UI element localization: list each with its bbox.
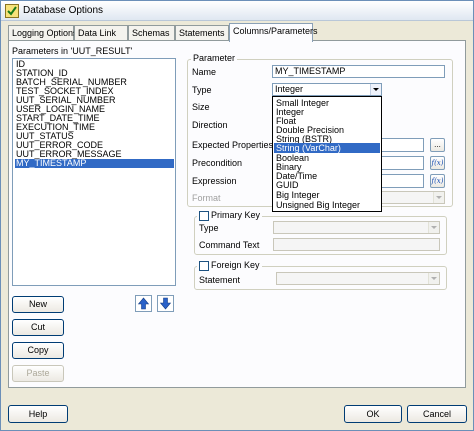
tab-schemas[interactable]: Schemas [128,25,175,41]
statement-dropdown-button[interactable] [428,273,439,284]
title-bar[interactable]: Database Options [1,1,473,21]
primary-key-checkbox[interactable] [199,211,209,221]
move-down-button[interactable] [157,295,174,312]
command-text-field[interactable] [273,238,440,251]
chevron-down-icon [436,196,442,199]
chevron-down-icon [431,226,437,229]
tab-statements[interactable]: Statements [175,25,229,41]
direction-label: Direction [192,120,228,130]
size-label: Size [192,102,210,112]
precondition-expression-button[interactable]: f(x) [430,156,445,170]
expression-expression-button[interactable]: f(x) [430,174,445,188]
tab-columns-parameters[interactable]: Columns/Parameters [229,23,318,42]
format-dropdown-button[interactable] [433,192,444,203]
parameters-listbox[interactable]: ID STATION_ID BATCH_SERIAL_NUMBER TEST_S… [12,58,176,286]
new-button[interactable]: New [12,296,64,313]
help-button[interactable]: Help [8,405,68,423]
precondition-label: Precondition [192,158,243,168]
parameters-list-label: Parameters in 'UUT_RESULT' [12,46,133,56]
parameter-group-title: Parameter [191,53,238,63]
foreign-key-checkbox[interactable] [199,261,209,271]
type-option[interactable]: GUID [274,180,380,190]
type-dropdown-list[interactable]: Small Integer Integer Float Double Preci… [272,96,382,212]
move-up-button[interactable] [135,295,152,312]
tab-data-link[interactable]: Data Link [74,25,128,41]
expected-properties-browse-button[interactable]: ... [430,138,445,152]
expression-label: Expression [192,176,237,186]
tab-logging-options[interactable]: Logging Options [8,25,78,41]
type-option[interactable]: Unsigned Big Integer [274,200,380,210]
type-option-highlighted[interactable]: String (VarChar) [274,143,380,153]
list-item-selected[interactable]: MY_TIMESTAMP [15,159,174,168]
window-title: Database Options [23,5,104,16]
statement-label: Statement [199,275,241,285]
format-label: Format [192,193,221,203]
database-options-icon [5,4,19,18]
name-label: Name [192,67,217,77]
ok-button[interactable]: OK [344,405,402,423]
statement-combobox[interactable] [276,272,440,285]
chevron-down-icon [431,277,437,280]
primary-key-type-label: Type [199,223,219,233]
type-combobox[interactable]: Integer [272,83,382,96]
primary-key-type-dropdown-button[interactable] [428,222,439,233]
type-label: Type [192,85,212,95]
cut-button[interactable]: Cut [12,319,64,336]
name-field[interactable]: MY_TIMESTAMP [272,65,445,78]
type-option[interactable]: Big Integer [274,190,380,200]
copy-button[interactable]: Copy [12,342,64,359]
chevron-down-icon [373,88,379,91]
expected-properties-label: Expected Properties [192,140,274,150]
command-text-label: Command Text [199,240,260,250]
paste-button[interactable]: Paste [12,365,64,382]
blue-up-arrow-icon [137,297,150,310]
blue-down-arrow-icon [159,297,172,310]
type-combobox-value: Integer [275,84,304,94]
primary-key-type-combobox[interactable] [273,221,440,234]
cancel-button[interactable]: Cancel [407,405,467,423]
type-dropdown-button[interactable] [370,84,381,95]
